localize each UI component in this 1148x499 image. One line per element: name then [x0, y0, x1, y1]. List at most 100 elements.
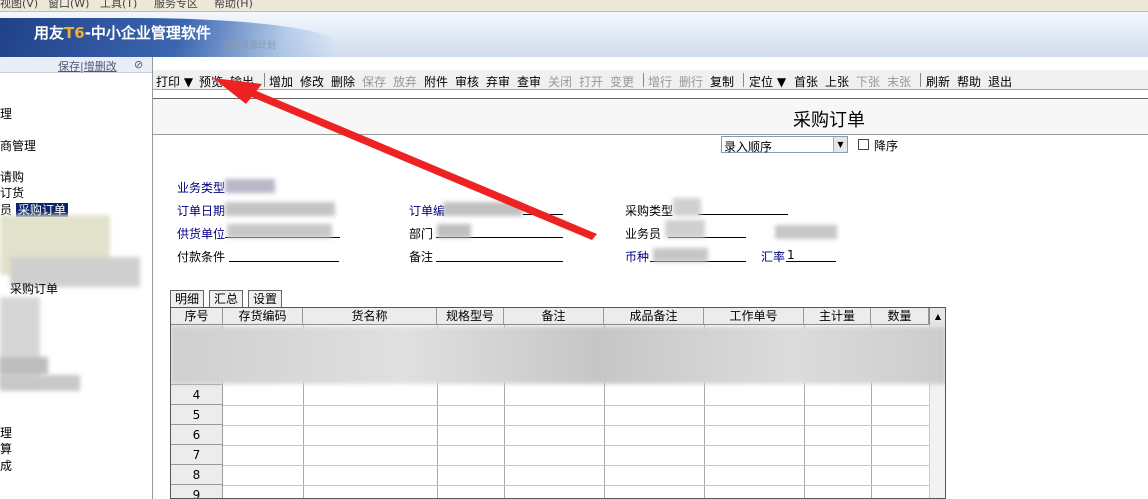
order-no-label: 订单编 [409, 204, 446, 218]
page-title: 采购订单 [793, 110, 865, 131]
purchase-type-field[interactable] [698, 214, 788, 215]
last-button[interactable]: 末张 [887, 73, 911, 90]
close-button[interactable]: 关闭 [548, 73, 572, 90]
supplier-label: 供货单位 [177, 227, 226, 241]
descending-checkbox[interactable] [858, 139, 869, 150]
sort-order-select[interactable]: 录入顺序 ▼ [721, 136, 848, 154]
remark-field[interactable] [436, 261, 563, 262]
preview-button[interactable]: 预览 [199, 73, 223, 90]
payment-field[interactable] [229, 261, 339, 262]
row-header: 7 [171, 445, 223, 465]
redacted-block [225, 202, 335, 216]
redacted-block [665, 220, 705, 238]
row-header: 5 [171, 405, 223, 425]
nav-tree-item[interactable]: 理 [0, 105, 12, 122]
currency-label: 币种 [625, 250, 650, 264]
menu-window[interactable]: 窗口(W) [48, 0, 89, 11]
biz-type-label: 业务类型 [177, 181, 226, 195]
col-header-product-remark[interactable]: 成品备注 [604, 308, 704, 325]
toolbar-separator [264, 73, 265, 87]
abandon-button[interactable]: 放弃 [393, 73, 417, 90]
purchase-order-form: 采购订单 录入顺序 ▼ 降序 业务类型 订单日期 订单编 采购类型 供货单位 部… [153, 90, 1148, 499]
app-banner: 用友T6-中小企业管理软件 企业资源计划 [0, 12, 1148, 57]
redacted-block [673, 198, 701, 216]
menu-help[interactable]: 帮助(H) [214, 0, 253, 11]
save-button[interactable]: 保存 [362, 73, 386, 90]
exit-button[interactable]: 退出 [988, 73, 1012, 90]
col-header-spec[interactable]: 规格型号 [437, 308, 504, 325]
redacted-block [171, 326, 945, 384]
delete-row-button[interactable]: 删行 [679, 73, 703, 90]
col-header-remark[interactable]: 备注 [504, 308, 604, 325]
toolbar-separator [643, 73, 644, 87]
open-button[interactable]: 打开 [579, 73, 603, 90]
row-header: 6 [171, 425, 223, 445]
pin-icon[interactable]: ⊘ [134, 58, 143, 71]
order-date-label: 订单日期 [177, 204, 226, 218]
col-header-work-order[interactable]: 工作单号 [704, 308, 804, 325]
nav-panel: 保存|增删改 ⊘ 理 商管理 请购 订货 员 采购订单 采购订单 理 算 成 [0, 57, 153, 499]
nav-tree-item[interactable]: 成 [0, 457, 12, 474]
toolbar-separator [743, 73, 744, 87]
first-button[interactable]: 首张 [794, 73, 818, 90]
nav-tree-item[interactable]: 请购 [0, 168, 24, 185]
add-row-button[interactable]: 增行 [648, 73, 672, 90]
tab-detail[interactable]: 明细 [170, 290, 205, 307]
attach-button[interactable]: 附件 [424, 73, 448, 90]
check-button[interactable]: 查审 [517, 73, 541, 90]
change-button[interactable]: 变更 [610, 73, 634, 90]
descending-label: 降序 [874, 139, 899, 153]
audit-button[interactable]: 审核 [455, 73, 479, 90]
row-header: 4 [171, 385, 223, 405]
locate-button[interactable]: 定位 ▼ [749, 73, 786, 90]
menu-bar: 视图(V) 窗口(W) 工具(T) 服务专区 帮助(H) [0, 0, 1148, 12]
toolbar-separator [920, 73, 921, 87]
rate-label: 汇率 [761, 250, 786, 264]
modify-button[interactable]: 修改 [300, 73, 324, 90]
banner-subtitle: 企业资源计划 [222, 41, 277, 51]
redacted-block [0, 357, 48, 375]
dept-label: 部门 [409, 227, 434, 241]
output-button[interactable]: 输出 [230, 73, 254, 90]
menu-service[interactable]: 服务专区 [154, 0, 198, 11]
col-header-code[interactable]: 存货编码 [223, 308, 303, 325]
unaudit-button[interactable]: 弃审 [486, 73, 510, 90]
order-no-field[interactable] [523, 214, 563, 215]
grid-line [223, 405, 929, 406]
tab-settings[interactable]: 设置 [248, 290, 283, 307]
help-button[interactable]: 帮助 [957, 73, 981, 90]
menu-view[interactable]: 视图(V) [0, 0, 38, 11]
nav-tree-item[interactable]: 理 [0, 424, 12, 441]
salesman-label: 业务员 [625, 227, 662, 241]
delete-button[interactable]: 删除 [331, 73, 355, 90]
print-button[interactable]: 打印 ▼ [156, 73, 193, 90]
scroll-up-icon[interactable]: ▲ [929, 308, 945, 325]
nav-tree-item[interactable]: 采购订单 [10, 280, 58, 297]
col-header-qty[interactable]: 数量 [871, 308, 929, 325]
add-button[interactable]: 增加 [269, 73, 293, 90]
col-header-seq[interactable]: 序号 [171, 308, 223, 325]
next-button[interactable]: 下张 [856, 73, 880, 90]
nav-tree-item[interactable]: 算 [0, 440, 12, 457]
tab-summary[interactable]: 汇总 [209, 290, 244, 307]
prev-button[interactable]: 上张 [825, 73, 849, 90]
grid-line [223, 445, 929, 446]
row-header: 8 [171, 465, 223, 485]
form-title-bar: 采购订单 [153, 98, 1148, 135]
grid-line [223, 425, 929, 426]
nav-tree-item[interactable]: 商管理 [0, 137, 36, 154]
rate-value: 1 [787, 248, 795, 262]
copy-button[interactable]: 复制 [710, 73, 734, 90]
chevron-down-icon[interactable]: ▼ [833, 137, 847, 152]
sort-order-value: 录入顺序 [724, 140, 773, 154]
col-header-unit[interactable]: 主计量 [804, 308, 871, 325]
nav-save-link[interactable]: 保存|增删改 [58, 58, 117, 74]
redacted-block [225, 179, 275, 193]
redacted-block [775, 225, 837, 239]
col-header-name[interactable]: 货名称 [303, 308, 437, 325]
detail-grid[interactable]: 序号 存货编码 货名称 规格型号 备注 成品备注 工作单号 主计量 数量 ▲ 4… [170, 307, 946, 499]
menu-tools[interactable]: 工具(T) [100, 0, 137, 11]
payment-label: 付款条件 [177, 250, 226, 264]
nav-tree-item[interactable]: 订货 [0, 184, 24, 201]
refresh-button[interactable]: 刷新 [926, 73, 950, 90]
